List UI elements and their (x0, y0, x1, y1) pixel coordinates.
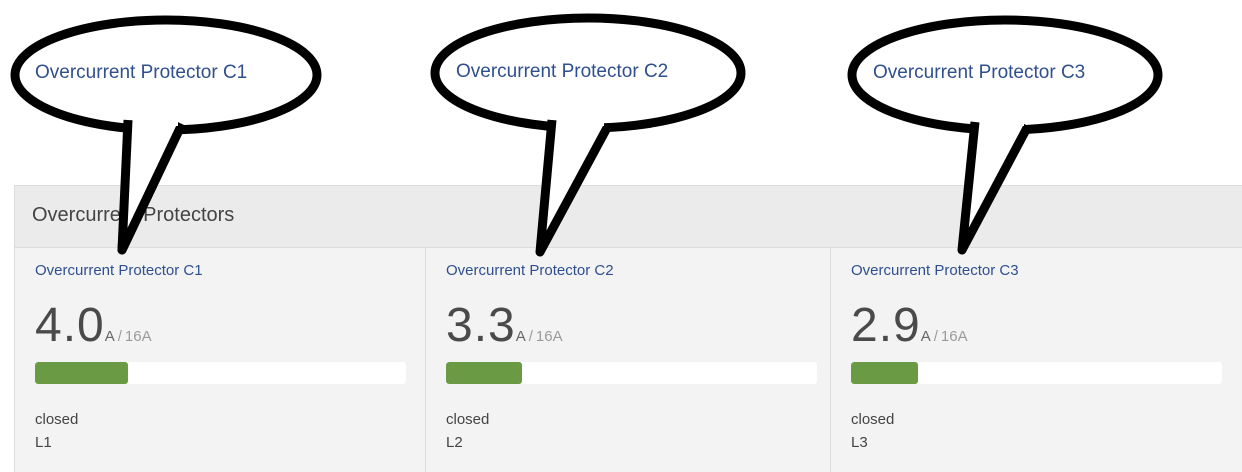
load-bar-c1 (35, 362, 406, 384)
callout-label-c2: Overcurrent Protector C2 (456, 61, 669, 82)
protector-title-link-c2[interactable]: Overcurrent Protector C2 (446, 262, 614, 279)
separator-c3: / (933, 328, 938, 345)
current-value-c2: 3.3 (446, 299, 516, 352)
max-current-c3: 16A (940, 328, 968, 345)
current-reading-c1: 4.0A/16A (35, 298, 152, 353)
protector-line-c2: L2 (446, 434, 463, 451)
load-bar-fill-c3 (851, 362, 919, 384)
protector-line-c3: L3 (851, 434, 868, 451)
callout-label-c1: Overcurrent Protector C1 (35, 62, 248, 83)
protector-line-c1: L1 (35, 434, 52, 451)
panel-header: Overcurrent Protectors (15, 186, 1242, 248)
screenshot-stage: Overcurrent Protectors Overcurrent Prote… (0, 0, 1242, 472)
overcurrent-protectors-panel: Overcurrent Protectors Overcurrent Prote… (14, 185, 1242, 472)
protector-card-c1: Overcurrent Protector C1 4.0A/16A closed… (15, 248, 420, 472)
max-current-c2: 16A (535, 328, 563, 345)
callout-label-c3: Overcurrent Protector C3 (873, 62, 1086, 83)
protector-card-c3: Overcurrent Protector C3 2.9A/16A closed… (830, 248, 1236, 472)
load-bar-c3 (851, 362, 1222, 384)
current-unit-c2: A (515, 328, 526, 345)
protector-title-link-c1[interactable]: Overcurrent Protector C1 (35, 262, 203, 279)
load-bar-fill-c1 (35, 362, 128, 384)
current-value-c3: 2.9 (851, 299, 921, 352)
panel-title: Overcurrent Protectors (32, 204, 235, 226)
protector-state-c2: closed (446, 411, 490, 428)
current-reading-c2: 3.3A/16A (446, 298, 563, 353)
protector-title-link-c3[interactable]: Overcurrent Protector C3 (851, 262, 1019, 279)
max-current-c1: 16A (124, 328, 152, 345)
protector-card-c2: Overcurrent Protector C2 3.3A/16A closed… (425, 248, 831, 472)
load-bar-c2 (446, 362, 817, 384)
current-value-c1: 4.0 (35, 299, 105, 352)
separator-c2: / (528, 328, 533, 345)
protector-state-c3: closed (851, 411, 895, 428)
current-reading-c3: 2.9A/16A (851, 298, 968, 353)
separator-c1: / (117, 328, 122, 345)
protector-state-c1: closed (35, 411, 79, 428)
current-unit-c3: A (920, 328, 931, 345)
load-bar-fill-c2 (446, 362, 523, 384)
current-unit-c1: A (104, 328, 115, 345)
